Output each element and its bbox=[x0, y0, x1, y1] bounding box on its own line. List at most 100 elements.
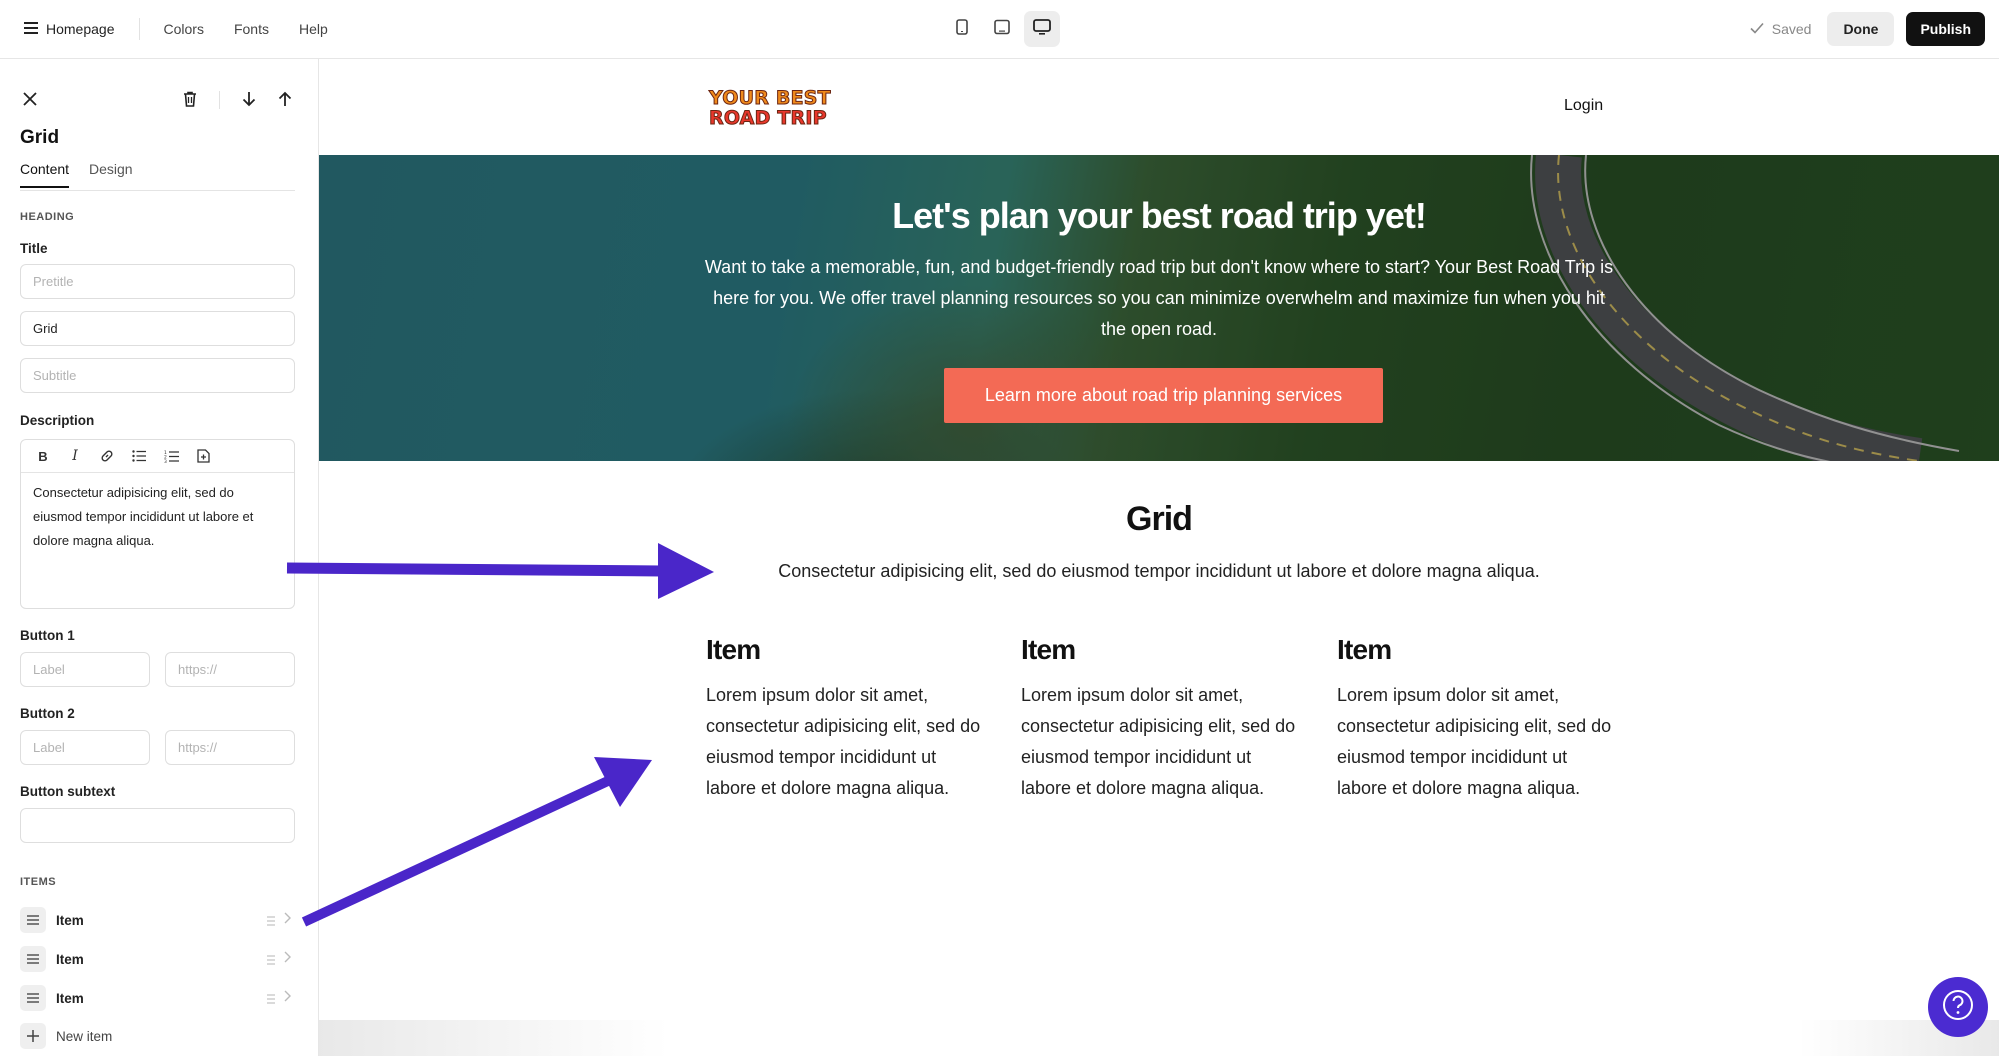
grid-item-text: Lorem ipsum dolor sit amet, consectetur … bbox=[1337, 685, 1612, 798]
grid-item-1[interactable]: Item Lorem ipsum dolor sit amet, consect… bbox=[706, 634, 991, 804]
check-icon bbox=[1750, 21, 1764, 37]
top-bar-right: Saved Done Publish bbox=[1750, 12, 1985, 46]
item-list-icon bbox=[20, 985, 46, 1011]
hero-title: Let's plan your best road trip yet! bbox=[892, 195, 1427, 236]
item-label: Item bbox=[56, 990, 84, 1006]
canvas-bottom-fade bbox=[319, 1020, 1999, 1056]
hero-section[interactable]: Let's plan your best road trip yet! Want… bbox=[319, 155, 1999, 461]
close-icon[interactable] bbox=[20, 89, 40, 109]
site-header: YOUR BEST ROAD TRIP Login bbox=[319, 59, 1999, 155]
desktop-icon bbox=[1033, 18, 1051, 40]
description-text[interactable]: Consectetur adipisicing elit, sed do eiu… bbox=[21, 473, 294, 561]
top-bar: Homepage Colors Fonts Help Saved Done Pu… bbox=[0, 0, 1999, 59]
item-list-icon bbox=[20, 907, 46, 933]
button1-url-input[interactable]: https:// bbox=[165, 652, 295, 687]
hero-text: Want to take a memorable, fun, and budge… bbox=[704, 257, 1614, 339]
grid-description[interactable]: Consectetur adipisicing elit, sed do eiu… bbox=[319, 561, 1999, 582]
page-selector[interactable]: Homepage bbox=[24, 21, 115, 37]
done-button[interactable]: Done bbox=[1827, 12, 1895, 46]
button-subtext-label: Button subtext bbox=[20, 784, 116, 799]
publish-button[interactable]: Publish bbox=[1906, 12, 1985, 46]
question-icon bbox=[1941, 988, 1975, 1027]
subtitle-input[interactable]: Subtitle bbox=[20, 358, 295, 393]
sidebar-item-3[interactable]: Item bbox=[20, 983, 295, 1013]
grid-item-text: Lorem ipsum dolor sit amet, consectetur … bbox=[1021, 685, 1296, 798]
items-section-label: ITEMS bbox=[20, 876, 57, 888]
divider bbox=[138, 18, 140, 40]
login-link[interactable]: Login bbox=[1564, 97, 1603, 115]
help-button[interactable] bbox=[1928, 977, 1988, 1037]
chevron-right-icon[interactable] bbox=[284, 989, 291, 1005]
grid-item-2[interactable]: Item Lorem ipsum dolor sit amet, consect… bbox=[1021, 634, 1306, 804]
grid-item-title: Item bbox=[706, 634, 761, 665]
button1-label: Button 1 bbox=[20, 628, 75, 643]
move-down-icon[interactable] bbox=[239, 89, 259, 109]
logo-line-1: YOUR BEST bbox=[709, 87, 832, 109]
new-item-button[interactable]: New item bbox=[20, 1023, 112, 1049]
svg-text:3: 3 bbox=[164, 459, 167, 463]
grid-item-text: Lorem ipsum dolor sit amet, consectetur … bbox=[706, 685, 981, 798]
site-logo[interactable]: YOUR BEST ROAD TRIP bbox=[709, 87, 832, 129]
rich-text-toolbar: B I 123 bbox=[21, 440, 294, 473]
heading-section-label: HEADING bbox=[20, 211, 75, 223]
button-subtext-input[interactable] bbox=[20, 808, 295, 843]
annotation-arrow-items-shaft bbox=[301, 775, 613, 927]
pretitle-input[interactable]: Pretitle bbox=[20, 264, 295, 299]
drag-handle-icon[interactable] bbox=[267, 913, 275, 931]
item-label: Item bbox=[56, 912, 84, 928]
button2-label: Button 2 bbox=[20, 706, 75, 721]
top-bar-left: Homepage Colors Fonts Help bbox=[24, 0, 358, 58]
link-icon[interactable] bbox=[97, 446, 117, 466]
sidebar-item-1[interactable]: Item bbox=[20, 905, 295, 935]
description-editor[interactable]: B I 123 Consectetur adipisicing elit, se… bbox=[20, 439, 295, 609]
numbered-list-icon[interactable]: 123 bbox=[161, 446, 181, 466]
bold-icon[interactable]: B bbox=[33, 446, 53, 466]
fonts-link[interactable]: Fonts bbox=[234, 21, 269, 37]
save-status: Saved bbox=[1750, 21, 1812, 37]
description-label: Description bbox=[20, 413, 95, 428]
saved-label: Saved bbox=[1771, 21, 1812, 37]
sidebar-tabs: Content Design bbox=[20, 160, 295, 191]
divider bbox=[219, 91, 220, 109]
item-label: Item bbox=[56, 951, 84, 967]
colors-link[interactable]: Colors bbox=[164, 21, 204, 37]
sidebar-item-2[interactable]: Item bbox=[20, 944, 295, 974]
title-label: Title bbox=[20, 241, 48, 256]
logo-line-2: ROAD TRIP bbox=[709, 107, 828, 129]
button2-label-input[interactable]: Label bbox=[20, 730, 150, 765]
annotation-arrow-items-head bbox=[594, 757, 652, 807]
tablet-icon bbox=[994, 19, 1010, 40]
button2-url-input[interactable]: https:// bbox=[165, 730, 295, 765]
drag-handle-icon[interactable] bbox=[267, 952, 275, 970]
grid-item-3[interactable]: Item Lorem ipsum dolor sit amet, consect… bbox=[1337, 634, 1622, 804]
grid-item-title: Item bbox=[1337, 634, 1392, 665]
tab-content[interactable]: Content bbox=[20, 161, 70, 188]
device-switcher bbox=[944, 11, 1060, 47]
button1-label-input[interactable]: Label bbox=[20, 652, 150, 687]
grid-item-title: Item bbox=[1021, 634, 1076, 665]
insert-file-icon[interactable] bbox=[193, 446, 213, 466]
trash-icon[interactable] bbox=[180, 89, 200, 109]
menu-icon bbox=[24, 21, 38, 37]
grid-title[interactable]: Grid bbox=[319, 500, 1999, 539]
help-link[interactable]: Help bbox=[299, 21, 328, 37]
chevron-right-icon[interactable] bbox=[284, 950, 291, 966]
new-item-label: New item bbox=[56, 1028, 113, 1044]
mobile-view-button[interactable] bbox=[944, 11, 980, 47]
desktop-view-button[interactable] bbox=[1024, 11, 1060, 47]
phone-icon bbox=[956, 18, 968, 40]
move-up-icon[interactable] bbox=[275, 89, 295, 109]
tab-design[interactable]: Design bbox=[89, 161, 133, 186]
editor-sidebar: Grid Content Design HEADING Title Pretit… bbox=[0, 59, 319, 1056]
bullet-list-icon[interactable] bbox=[129, 446, 149, 466]
block-title: Grid bbox=[20, 127, 60, 148]
plus-icon bbox=[20, 1023, 46, 1049]
drag-handle-icon[interactable] bbox=[267, 991, 275, 1009]
block-toolbar bbox=[20, 89, 296, 113]
italic-icon[interactable]: I bbox=[65, 446, 85, 466]
chevron-right-icon[interactable] bbox=[284, 911, 291, 927]
title-input[interactable]: Grid bbox=[20, 311, 295, 346]
tablet-view-button[interactable] bbox=[984, 11, 1020, 47]
page-name: Homepage bbox=[46, 21, 115, 37]
hero-cta-button[interactable]: Learn more about road trip planning serv… bbox=[944, 368, 1383, 423]
